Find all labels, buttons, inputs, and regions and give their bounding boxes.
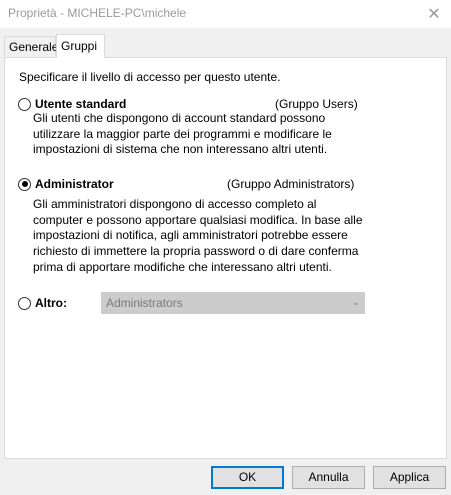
description-line: impostazioni di notifica, agli amministr… [33, 228, 348, 243]
radio-label-utente-standard: Utente standard [35, 97, 127, 111]
description-utente-standard: Gli utenti che dispongono di account sta… [33, 111, 373, 158]
description-administrator: Gli amministratori dispongono di accesso… [33, 197, 383, 276]
group-label-administrators: (Gruppo Administrators) [227, 177, 355, 191]
radio-button-administrator[interactable] [18, 177, 31, 191]
radio-administrator[interactable]: Administrator [18, 177, 114, 191]
close-button[interactable]: ✕ [417, 0, 451, 28]
chevron-down-icon: ⌄ [351, 297, 360, 308]
radio-button-utente-standard[interactable] [18, 97, 31, 111]
group-label-users: (Gruppo Users) [275, 97, 358, 111]
description-line: Gli utenti che dispongono di account sta… [33, 111, 326, 125]
tab-panel: Specificare il livello di accesso per qu… [4, 57, 447, 459]
radio-button-altro[interactable] [18, 296, 31, 310]
tab-gruppi[interactable]: Gruppi [56, 34, 105, 58]
window-title: Proprietà - MICHELE-PC\michele [8, 6, 187, 20]
radio-label-altro: Altro: [35, 296, 67, 310]
description-line: impostazioni di sistema che non interess… [33, 142, 328, 157]
close-icon: ✕ [427, 6, 441, 23]
description-line: richiesto di immettere la propria passwo… [33, 244, 359, 259]
cancel-button[interactable]: Annulla [292, 466, 365, 489]
description-line: prima di apportare modifiche che interes… [33, 259, 332, 274]
radio-utente-standard[interactable]: Utente standard [18, 97, 126, 111]
tab-generale[interactable]: Generale [4, 36, 58, 56]
radio-label-administrator: Administrator [35, 177, 114, 191]
radio-altro[interactable]: Altro: [18, 296, 67, 310]
group-select-value: Administrators [106, 296, 183, 310]
group-select[interactable]: Administrators ⌄ [101, 292, 365, 314]
intro-text: Specificare il livello di accesso per qu… [19, 70, 281, 84]
title-bar: Proprietà - MICHELE-PC\michele ✕ [0, 0, 451, 28]
description-line: Gli amministratori dispongono di accesso… [33, 197, 317, 211]
apply-button[interactable]: Applica [373, 466, 446, 489]
description-line: computer e possono apportare qualsiasi m… [33, 212, 363, 227]
description-line: utilizzare la maggior parte dei programm… [33, 126, 332, 141]
ok-button[interactable]: OK [211, 466, 284, 489]
